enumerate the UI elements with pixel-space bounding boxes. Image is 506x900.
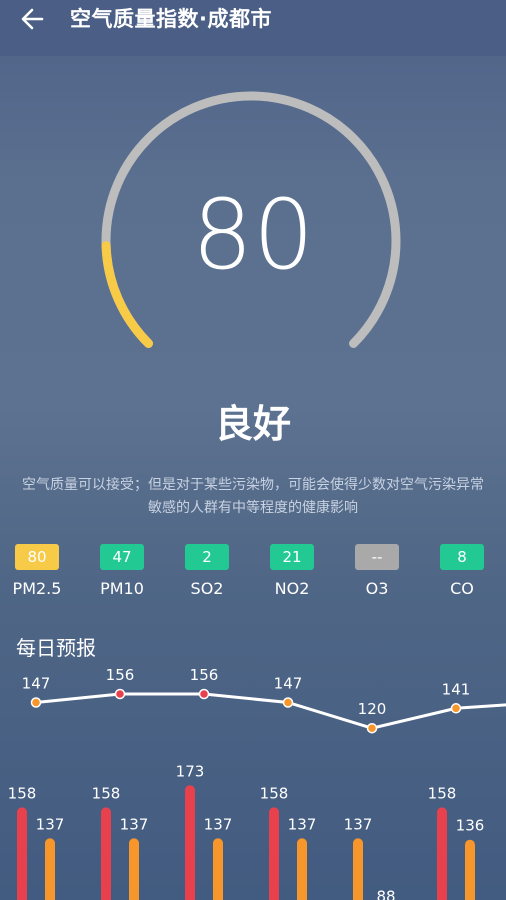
forecast-point-label: 147 (274, 675, 303, 693)
forecast-low-bar (213, 838, 223, 900)
forecast-high-bar (17, 807, 27, 900)
forecast-low-bar (465, 839, 475, 900)
forecast-high-bar (353, 838, 363, 900)
forecast-point (30, 697, 42, 708)
pollutant-pm10[interactable]: 47 PM10 (87, 544, 157, 600)
forecast-high-bar (185, 785, 195, 900)
pollutant-pm25[interactable]: 80 PM2.5 (2, 544, 72, 600)
forecast-high-bar (269, 807, 279, 900)
forecast-low-bar (45, 838, 55, 900)
pollutant-badge: 80 (15, 544, 59, 570)
forecast-high-label: 158 (428, 784, 457, 802)
pollutant-name: NO2 (274, 579, 310, 598)
forecast-point (198, 688, 210, 700)
forecast-high-label: 158 (260, 784, 289, 802)
aqi-level: 良好 (214, 402, 291, 446)
pollutant-badge: 47 (100, 544, 144, 570)
pollutant-badge: 8 (440, 544, 484, 570)
aqi-description: 空气质量可以接受；但是对于某些污染物，可能会使得少数对空气污染异常敏感的人群有中… (22, 477, 484, 516)
forecast-point-label: 156 (106, 666, 135, 684)
forecast-high-label: 137 (344, 815, 373, 833)
forecast-chart: 1471561561471201411471581371581371731371… (8, 666, 506, 900)
pollutant-so2[interactable]: 2 SO2 (172, 544, 242, 600)
forecast-low-label: 137 (120, 815, 149, 833)
pollutant-o3[interactable]: -- O3 (342, 544, 412, 600)
forecast-point (114, 688, 126, 700)
pollutant-badge: -- (355, 544, 399, 570)
pollutant-name: PM10 (100, 579, 144, 598)
pollutant-name: CO (450, 579, 474, 598)
forecast-point (450, 703, 462, 714)
forecast-point-label: 156 (190, 666, 219, 684)
forecast-high-bar (101, 807, 111, 900)
forecast-point-label: 141 (442, 680, 471, 698)
pollutant-name: O3 (365, 579, 389, 598)
forecast-low-label: 136 (456, 817, 485, 835)
pollutant-name: SO2 (190, 579, 224, 598)
forecast-high-label: 158 (92, 784, 121, 802)
pollutant-co[interactable]: 8 CO (427, 544, 497, 600)
pollutant-badge: 21 (270, 544, 314, 570)
forecast-high-label: 173 (176, 762, 205, 780)
aqi-value: 80 (191, 179, 315, 291)
forecast-title: 每日预报 (16, 636, 96, 660)
forecast-high-bar (437, 807, 447, 900)
forecast-low-label: 88 (376, 887, 395, 900)
forecast-point (366, 722, 378, 734)
forecast-low-bar (297, 838, 307, 900)
pollutant-name: PM2.5 (12, 579, 62, 598)
forecast-low-label: 137 (204, 815, 233, 833)
pollutant-badge: 2 (185, 544, 229, 570)
pollutant-row: 80 PM2.5 47 PM10 2 SO2 21 NO2 -- O3 8 CO (0, 544, 506, 604)
forecast-point-label: 147 (22, 675, 51, 693)
forecast-point (282, 697, 294, 708)
forecast-high-label: 158 (8, 784, 37, 802)
forecast-low-label: 137 (288, 815, 317, 833)
forecast-line (35, 692, 506, 730)
pollutant-no2[interactable]: 21 NO2 (257, 544, 327, 600)
forecast-point-label: 120 (358, 700, 387, 718)
forecast-low-label: 137 (36, 815, 65, 833)
forecast-low-bar (129, 838, 139, 900)
